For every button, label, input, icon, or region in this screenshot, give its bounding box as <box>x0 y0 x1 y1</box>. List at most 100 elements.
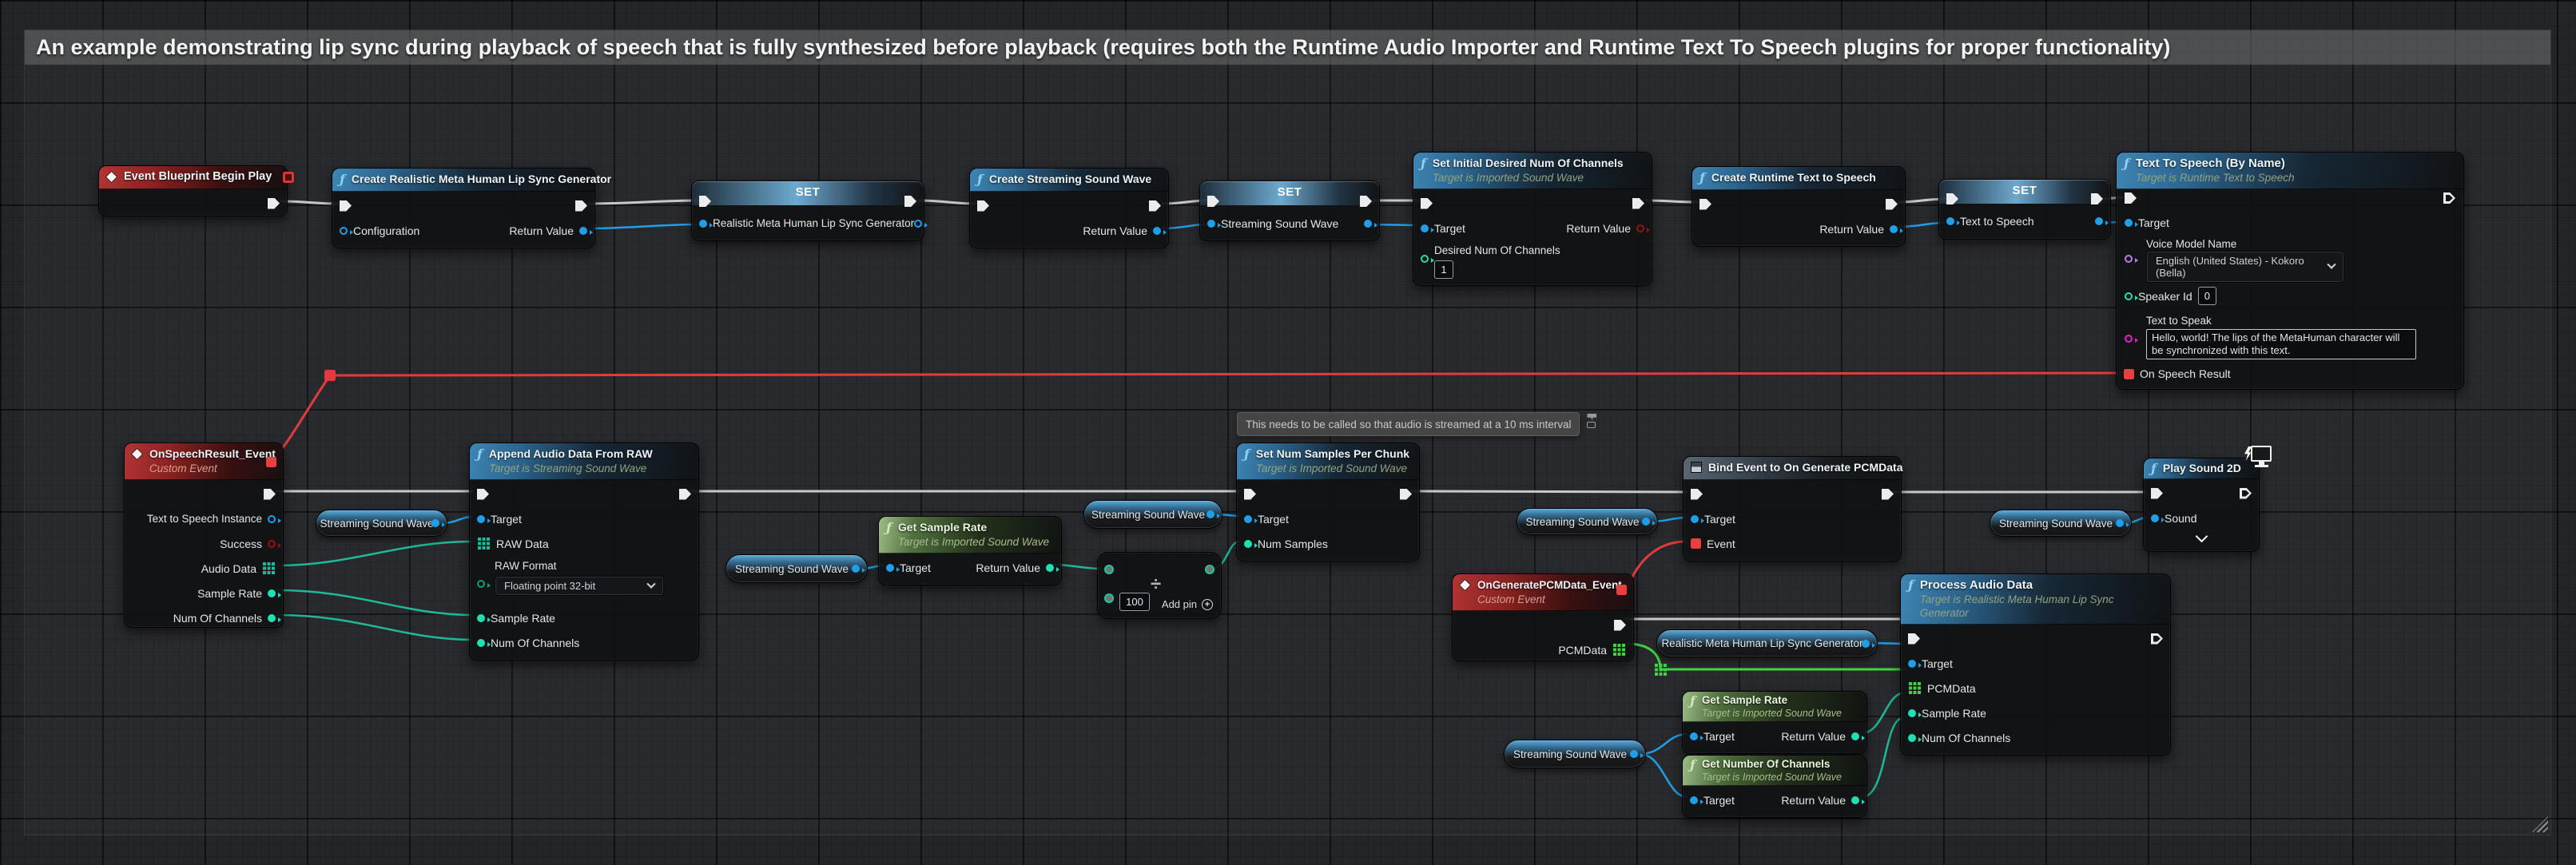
object-pin[interactable] <box>340 227 348 235</box>
object-pin[interactable] <box>2116 519 2124 527</box>
int-pin[interactable] <box>2125 292 2133 300</box>
bool-pin[interactable] <box>1636 224 1644 232</box>
object-pin[interactable] <box>1890 225 1898 233</box>
object-pin[interactable] <box>1207 510 1214 518</box>
delegate-pin[interactable] <box>1691 538 1701 549</box>
object-pin[interactable] <box>1630 750 1638 758</box>
node-set-text-to-speech[interactable]: SET Text to Speech <box>1938 179 2111 240</box>
object-pin[interactable] <box>914 220 922 228</box>
object-pin[interactable] <box>886 564 894 572</box>
object-pin[interactable] <box>1421 224 1429 232</box>
int-pin[interactable] <box>1908 734 1916 742</box>
array-pin[interactable] <box>477 537 491 550</box>
object-pin[interactable] <box>579 227 587 235</box>
exec-out-pin[interactable] <box>2240 488 2252 499</box>
node-set-lipsync-generator[interactable]: SET Realistic Meta Human Lip Sync Genera… <box>691 181 924 241</box>
pill-streaming-sound-wave[interactable]: Streaming Sound Wave <box>1083 500 1222 529</box>
node-create-streaming-sound-wave[interactable]: ƒ Create Streaming Sound Wave Return Val… <box>969 168 1169 248</box>
int-pin[interactable] <box>1851 732 1859 740</box>
node-get-number-of-channels[interactable]: ƒ Get Number Of Channels Target is Impor… <box>1682 755 1867 818</box>
int-pin[interactable] <box>268 589 276 597</box>
pill-streaming-sound-wave[interactable]: Streaming Sound Wave <box>725 554 868 583</box>
exec-in-pin[interactable] <box>477 489 489 500</box>
object-pin[interactable] <box>1946 217 1954 225</box>
int-pin[interactable] <box>477 614 485 622</box>
exec-out-pin[interactable] <box>2443 192 2455 204</box>
exec-in-pin[interactable] <box>1908 633 1920 645</box>
desired-channels-input[interactable]: 1 <box>1434 260 1453 279</box>
object-pin[interactable] <box>1862 640 1870 648</box>
result-pin[interactable] <box>1205 565 1214 574</box>
exec-out-pin[interactable] <box>575 200 587 212</box>
add-pin-button[interactable]: Add pin + <box>1162 598 1213 610</box>
pill-streaming-sound-wave[interactable]: Streaming Sound Wave <box>1504 740 1646 768</box>
pill-streaming-sound-wave[interactable]: Streaming Sound Wave <box>1990 510 2132 537</box>
object-pin[interactable] <box>2151 514 2159 522</box>
exec-in-pin[interactable] <box>1244 489 1256 500</box>
int-pin[interactable] <box>1421 255 1429 263</box>
node-play-sound-2d[interactable]: ƒ Play Sound 2D Sound <box>2143 458 2260 552</box>
object-pin[interactable] <box>1908 660 1916 668</box>
int-pin[interactable] <box>1851 796 1859 804</box>
delegate-pin[interactable] <box>1616 585 1627 595</box>
array-pin[interactable] <box>1612 643 1626 657</box>
int-pin[interactable] <box>477 639 485 647</box>
expand-chevron-icon[interactable] <box>2195 530 2208 542</box>
exec-out-pin[interactable] <box>1614 620 1626 631</box>
raw-format-dropdown[interactable]: Floating point 32-bit <box>495 576 664 596</box>
exec-out-pin[interactable] <box>1886 199 1898 210</box>
int-pin[interactable] <box>1244 540 1252 548</box>
exec-out-pin[interactable] <box>1632 198 1644 209</box>
object-pin[interactable] <box>268 515 276 523</box>
exec-out-pin[interactable] <box>679 489 691 500</box>
object-pin[interactable] <box>1244 515 1252 523</box>
array-pin[interactable] <box>1908 681 1922 695</box>
node-text-to-speech-by-name[interactable]: ƒ Text To Speech (By Name) Target is Run… <box>2116 152 2464 390</box>
node-ongeneratepcmdata-event[interactable]: OnGeneratePCMData_Event Custom Event PCM… <box>1452 573 1634 661</box>
node-set-streaming-sound-wave[interactable]: SET Streaming Sound Wave <box>1199 181 1380 241</box>
pill-streaming-sound-wave[interactable]: Streaming Sound Wave <box>1517 508 1658 535</box>
blueprint-graph[interactable]: An example demonstrating lip sync during… <box>0 0 2576 865</box>
reroute-node-red[interactable] <box>324 370 336 381</box>
pushpin-icon[interactable] <box>1587 414 1596 420</box>
node-get-sample-rate-2[interactable]: ƒ Get Sample Rate Target is Imported Sou… <box>1682 691 1867 754</box>
object-pin[interactable] <box>1364 220 1372 228</box>
note-bubble[interactable]: This needs to be called so that audio is… <box>1237 412 1580 436</box>
int-pin[interactable] <box>268 614 276 622</box>
exec-in-pin[interactable] <box>1691 489 1703 500</box>
node-bind-event-to-on-generate-pcmdata[interactable]: Bind Event to On Generate PCMData Target… <box>1683 456 1902 561</box>
exec-out-pin[interactable] <box>2151 633 2163 645</box>
text-to-speak-input[interactable]: Hello, world! The lips of the MetaHuman … <box>2146 329 2416 359</box>
pill-lipsync-generator[interactable]: Realistic Meta Human Lip Sync Generator <box>1656 629 1878 657</box>
object-pin[interactable] <box>1642 518 1650 526</box>
object-pin[interactable] <box>699 220 707 228</box>
object-pin[interactable] <box>2125 219 2133 227</box>
object-pin[interactable] <box>477 515 485 523</box>
exec-in-pin[interactable] <box>977 200 989 212</box>
name-pin[interactable] <box>2125 255 2133 263</box>
exec-out-pin[interactable] <box>268 198 280 209</box>
array-pin[interactable] <box>262 561 276 575</box>
enum-pin[interactable] <box>477 580 485 588</box>
node-append-audio-data-from-raw[interactable]: ƒ Append Audio Data From RAW Target is S… <box>469 442 699 661</box>
node-divide[interactable]: 100 ÷ Add pin + <box>1097 552 1222 619</box>
exec-in-pin[interactable] <box>340 200 352 212</box>
node-event-blueprint-begin-play[interactable]: Event Blueprint Begin Play <box>98 165 288 216</box>
node-get-sample-rate[interactable]: ƒ Get Sample Rate Target is Imported Sou… <box>878 516 1062 585</box>
node-create-runtime-tts[interactable]: ƒ Create Runtime Text to Speech Return V… <box>1691 166 1906 247</box>
pill-streaming-sound-wave[interactable]: Streaming Sound Wave <box>316 510 447 537</box>
speaker-id-input[interactable]: 0 <box>2198 287 2216 305</box>
exec-in-pin[interactable] <box>2125 192 2137 204</box>
object-pin[interactable] <box>1691 515 1699 523</box>
reroute-node-green[interactable] <box>1655 664 1667 676</box>
object-pin[interactable] <box>2095 217 2103 225</box>
node-create-lipsync-generator[interactable]: ƒ Create Realistic Meta Human Lip Sync G… <box>332 168 595 248</box>
delegate-pin[interactable] <box>266 457 276 467</box>
bool-pin[interactable] <box>268 540 276 548</box>
string-pin[interactable] <box>2125 335 2133 343</box>
exec-out-pin[interactable] <box>1149 200 1161 212</box>
object-pin[interactable] <box>1690 796 1698 804</box>
exec-out-pin[interactable] <box>1882 489 1894 500</box>
node-set-num-samples-per-chunk[interactable]: ƒ Set Num Samples Per Chunk Target is Im… <box>1236 442 1420 561</box>
exec-out-pin[interactable] <box>264 489 276 500</box>
